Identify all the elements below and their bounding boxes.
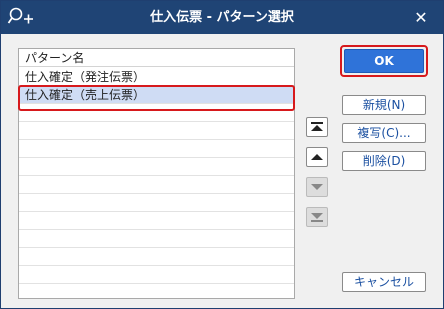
- empty-list-row: [19, 194, 294, 212]
- move-to-top-button[interactable]: [306, 117, 328, 137]
- empty-list-row: [19, 248, 294, 266]
- move-up-button[interactable]: [306, 147, 328, 167]
- pattern-select-dialog: 仕入伝票 - パターン選択 ✕ パターン名 仕入確定（発注伝票） 仕入確定（売上…: [0, 0, 444, 309]
- pattern-list[interactable]: パターン名 仕入確定（発注伝票） 仕入確定（売上伝票）: [18, 48, 295, 299]
- close-button[interactable]: ✕: [407, 1, 435, 34]
- copy-button[interactable]: 複写(C)...: [342, 123, 426, 143]
- move-to-bottom-button[interactable]: [306, 207, 328, 227]
- empty-list-row: [19, 230, 294, 248]
- empty-list-row: [19, 140, 294, 158]
- empty-list-row: [19, 284, 294, 298]
- list-item[interactable]: 仕入確定（発注伝票）: [19, 68, 294, 86]
- empty-list-row: [19, 122, 294, 140]
- title-bar[interactable]: 仕入伝票 - パターン選択 ✕: [1, 1, 443, 34]
- empty-list-row: [19, 176, 294, 194]
- empty-list-row: [19, 158, 294, 176]
- pattern-list-rows: 仕入確定（発注伝票） 仕入確定（売上伝票）: [19, 68, 294, 298]
- empty-list-row: [19, 266, 294, 284]
- move-down-button[interactable]: [306, 177, 328, 197]
- column-header-pattern-name[interactable]: パターン名: [19, 49, 294, 67]
- empty-list-row: [19, 104, 294, 122]
- ok-button[interactable]: OK: [344, 49, 424, 73]
- empty-list-row: [19, 212, 294, 230]
- close-icon: ✕: [414, 8, 428, 27]
- cancel-button[interactable]: キャンセル: [342, 272, 426, 292]
- delete-button[interactable]: 削除(D): [342, 151, 426, 171]
- new-button[interactable]: 新規(N): [342, 95, 426, 115]
- window-title: 仕入伝票 - パターン選択: [150, 10, 294, 25]
- list-item-selected[interactable]: 仕入確定（売上伝票）: [19, 86, 294, 104]
